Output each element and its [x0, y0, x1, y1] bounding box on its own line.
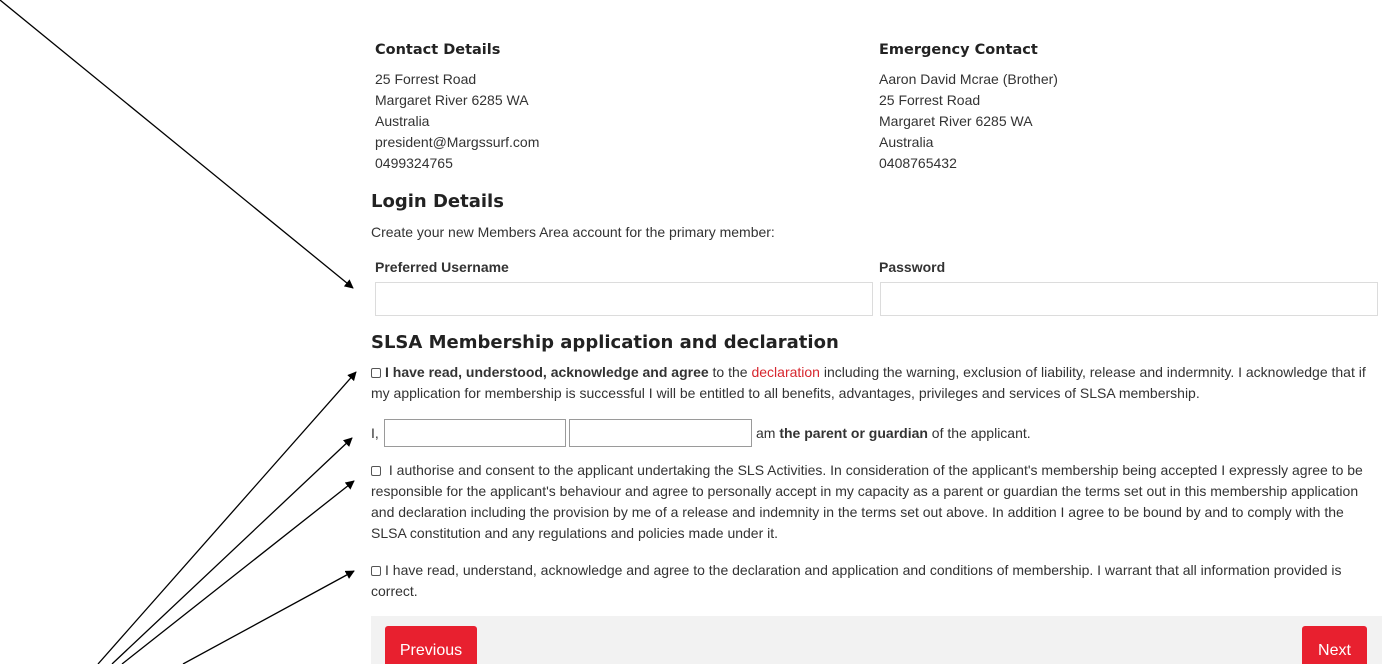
preferred-username-input[interactable]	[375, 282, 873, 316]
declaration-agreement-item: I have read, understood, acknowledge and…	[371, 362, 1381, 404]
annotation-arrow-guardian-name	[111, 437, 353, 664]
annotation-arrow-declaration	[97, 371, 357, 664]
annotation-arrow-username	[0, 0, 354, 289]
contact-address-line: 25 Forrest Road	[375, 71, 477, 87]
login-details-subtitle: Create your new Members Area account for…	[371, 224, 775, 240]
guardian-first-name-input[interactable]	[384, 419, 566, 447]
emergency-address-line: 25 Forrest Road	[879, 92, 981, 108]
form-nav-bar	[371, 616, 1382, 664]
guardian-last-name-input[interactable]	[569, 419, 752, 447]
guardian-statement: am the parent or guardian of the applica…	[756, 423, 1031, 444]
emergency-country-line: Australia	[879, 134, 934, 150]
final-agree-text: I have read, understand, acknowledge and…	[371, 562, 1342, 599]
emergency-contact-heading: Emergency Contact	[879, 42, 1038, 58]
final-agreement-item: I have read, understand, acknowledge and…	[371, 560, 1381, 602]
annotation-arrow-final	[182, 570, 355, 664]
emergency-city-line: Margaret River 6285 WA	[879, 113, 1033, 129]
declaration-link[interactable]: declaration	[751, 364, 820, 380]
guardian-consent-item: I authorise and consent to the applicant…	[371, 460, 1381, 544]
contact-details-block: 25 Forrest Road Margaret River 6285 WA A…	[375, 69, 539, 174]
declaration-agree-checkbox[interactable]	[371, 368, 381, 378]
guardian-mid-text: am	[756, 425, 780, 441]
contact-city-line: Margaret River 6285 WA	[375, 92, 529, 108]
guardian-prefix: I,	[371, 425, 379, 441]
next-button[interactable]: Next	[1302, 626, 1367, 664]
emergency-name-line: Aaron David Mcrae (Brother)	[879, 71, 1058, 87]
login-details-heading: Login Details	[371, 191, 504, 212]
declaration-agree-bold: I have read, understood, acknowledge and…	[385, 364, 709, 380]
emergency-contact-block: Aaron David Mcrae (Brother) 25 Forrest R…	[879, 69, 1058, 174]
contact-phone-line: 0499324765	[375, 155, 453, 171]
declaration-heading: SLSA Membership application and declarat…	[371, 332, 839, 353]
declaration-agree-pre: to the	[708, 364, 752, 380]
password-input[interactable]	[880, 282, 1378, 316]
guardian-suffix-text: of the applicant.	[927, 425, 1031, 441]
emergency-phone-line: 0408765432	[879, 155, 957, 171]
annotation-arrow-consent	[121, 480, 355, 664]
password-label: Password	[879, 259, 946, 275]
contact-country-line: Australia	[375, 113, 430, 129]
final-agree-checkbox[interactable]	[371, 566, 381, 576]
guardian-consent-text: I authorise and consent to the applicant…	[371, 462, 1363, 541]
guardian-consent-checkbox[interactable]	[371, 466, 381, 476]
preferred-username-label: Preferred Username	[375, 259, 509, 275]
guardian-bold-text: the parent or guardian	[779, 425, 928, 441]
previous-button[interactable]: Previous	[385, 626, 477, 664]
contact-details-heading: Contact Details	[375, 42, 501, 58]
contact-email-line: president@Margssurf.com	[375, 134, 540, 150]
